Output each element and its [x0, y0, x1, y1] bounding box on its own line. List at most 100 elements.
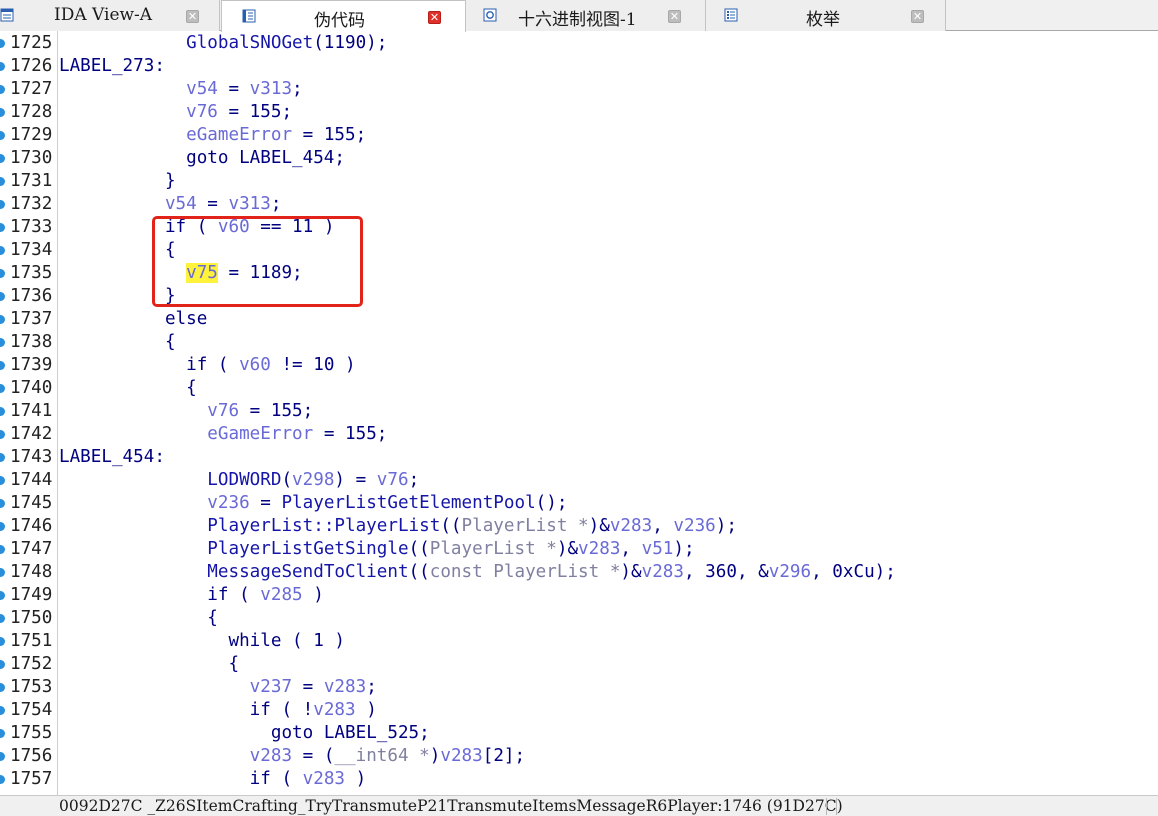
tab-enums[interactable]: 枚举 ✕ [706, 0, 946, 31]
code-variable[interactable]: v283 [313, 700, 355, 720]
breakpoint-marker-icon[interactable] [0, 108, 5, 117]
code-variable[interactable]: v283 [250, 746, 292, 766]
breakpoint-marker-icon[interactable] [0, 614, 5, 623]
code-variable[interactable]: v51 [642, 539, 674, 559]
breakpoint-marker-icon[interactable] [0, 568, 5, 577]
code-text[interactable]: { [59, 607, 218, 630]
code-text[interactable]: { [59, 331, 176, 354]
code-text[interactable]: { [59, 377, 197, 400]
code-function[interactable]: PlayerListGetElementPool [281, 493, 535, 513]
code-function[interactable]: PlayerListGetSingle [207, 539, 408, 559]
code-text[interactable]: goto LABEL_454; [59, 147, 345, 170]
code-variable[interactable]: v60 [239, 355, 271, 375]
code-text[interactable]: v76 = 155; [59, 400, 313, 423]
code-text[interactable]: } [165, 171, 176, 191]
code-line[interactable]: 1731 } [0, 170, 1158, 193]
breakpoint-marker-icon[interactable] [0, 39, 5, 48]
code-line[interactable]: 1738 { [0, 331, 1158, 354]
code-text[interactable]: (( [440, 516, 461, 536]
code-line[interactable]: 1725 GlobalSNOGet(1190); [0, 32, 1158, 55]
code-variable[interactable]: v54 [165, 194, 197, 214]
tab-hex-view-1[interactable]: 十六进制视图-1 ✕ [466, 0, 706, 31]
breakpoint-marker-icon[interactable] [0, 453, 5, 462]
code-keyword[interactable]: if [186, 355, 207, 375]
tab-pseudocode[interactable]: 伪代码 ✕ [221, 0, 466, 32]
code-text[interactable]: } [59, 170, 176, 193]
code-function[interactable]: MessageSendToClient [207, 562, 408, 582]
code-text[interactable]: , 0xCu); [811, 562, 896, 582]
code-text[interactable]: , [652, 516, 673, 536]
code-text[interactable]: v236 = PlayerListGetElementPool(); [59, 492, 567, 515]
code-line[interactable]: 1726 LABEL_273: [0, 55, 1158, 78]
code-text[interactable]: v237 = v283; [59, 676, 377, 699]
code-text[interactable]: (1190); [313, 33, 387, 53]
breakpoint-marker-icon[interactable] [0, 775, 5, 784]
code-keyword[interactable]: goto LABEL_525; [271, 723, 430, 743]
code-text[interactable]: ); [716, 516, 737, 536]
code-keyword[interactable]: goto LABEL_454; [186, 148, 345, 168]
breakpoint-marker-icon[interactable] [0, 476, 5, 485]
code-text[interactable]: MessageSendToClient((const PlayerList *)… [59, 561, 896, 584]
code-line[interactable]: 1754 if ( !v283 ) [0, 699, 1158, 722]
code-variable[interactable]: v283 [303, 769, 345, 789]
code-text[interactable]: = 155; [313, 424, 388, 444]
code-label[interactable]: LABEL_454: [59, 447, 165, 467]
code-variable[interactable]: v236 [673, 516, 715, 536]
code-text[interactable]: ( [228, 585, 260, 605]
code-line[interactable]: 1755 goto LABEL_525; [0, 722, 1158, 745]
breakpoint-marker-icon[interactable] [0, 154, 5, 163]
code-variable[interactable]: v283 [642, 562, 684, 582]
code-line[interactable]: 1746 PlayerList::PlayerList((PlayerList … [0, 515, 1158, 538]
breakpoint-marker-icon[interactable] [0, 430, 5, 439]
code-text[interactable]: ); [673, 539, 694, 559]
code-function[interactable]: PlayerList::PlayerList [207, 516, 440, 536]
code-line[interactable]: 1737 else [0, 308, 1158, 331]
breakpoint-marker-icon[interactable] [0, 384, 5, 393]
code-variable[interactable]: eGameError [207, 424, 313, 444]
code-line[interactable]: 1753 v237 = v283; [0, 676, 1158, 699]
code-text[interactable]: v54 = v313; [59, 78, 303, 101]
close-icon[interactable]: ✕ [428, 11, 441, 24]
breakpoint-marker-icon[interactable] [0, 292, 5, 301]
code-text[interactable]: if ( v60 != 10 ) [59, 354, 356, 377]
code-variable[interactable]: v54 [186, 79, 218, 99]
code-line[interactable]: 1740 { [0, 377, 1158, 400]
code-text[interactable]: ( [281, 470, 292, 490]
code-text[interactable]: v76 = 155; [59, 101, 292, 124]
code-text[interactable]: ( [271, 769, 303, 789]
breakpoint-marker-icon[interactable] [0, 85, 5, 94]
code-line[interactable]: 1728 v76 = 155; [0, 101, 1158, 124]
code-variable[interactable]: v76 [377, 470, 409, 490]
code-text[interactable]: = 155; [292, 125, 367, 145]
code-function[interactable]: GlobalSNOGet [186, 33, 313, 53]
code-keyword[interactable]: if [250, 769, 271, 789]
code-keyword[interactable]: if [250, 700, 271, 720]
code-text[interactable]: ; [292, 79, 303, 99]
breakpoint-marker-icon[interactable] [0, 131, 5, 140]
code-text[interactable]: { [228, 654, 239, 674]
code-line[interactable]: 1732 v54 = v313; [0, 193, 1158, 216]
code-text[interactable]: { [59, 653, 239, 676]
code-text[interactable]: (); [536, 493, 568, 513]
code-text[interactable]: v54 = v313; [59, 193, 282, 216]
code-text[interactable]: if ( v285 ) [59, 584, 324, 607]
code-text[interactable]: ) [303, 585, 324, 605]
breakpoint-marker-icon[interactable] [0, 637, 5, 646]
breakpoint-marker-icon[interactable] [0, 62, 5, 71]
code-text[interactable]: LABEL_454: [59, 446, 165, 469]
code-text[interactable]: PlayerList::PlayerList((PlayerList *)&v2… [59, 515, 737, 538]
code-type[interactable]: PlayerList * [430, 539, 557, 559]
code-label[interactable]: LABEL_273: [59, 56, 165, 76]
code-text[interactable]: ; [366, 677, 377, 697]
code-line[interactable]: 1749 if ( v285 ) [0, 584, 1158, 607]
breakpoint-marker-icon[interactable] [0, 338, 5, 347]
code-variable[interactable]: v313 [250, 79, 292, 99]
breakpoint-marker-icon[interactable] [0, 706, 5, 715]
breakpoint-marker-icon[interactable] [0, 407, 5, 416]
code-text[interactable]: , 360, & [684, 562, 769, 582]
code-type[interactable]: __int64 * [334, 746, 429, 766]
code-text[interactable]: != 10 ) [271, 355, 355, 375]
code-variable[interactable]: v296 [769, 562, 811, 582]
code-text[interactable]: = [292, 677, 324, 697]
code-text[interactable]: ) = [334, 470, 376, 490]
